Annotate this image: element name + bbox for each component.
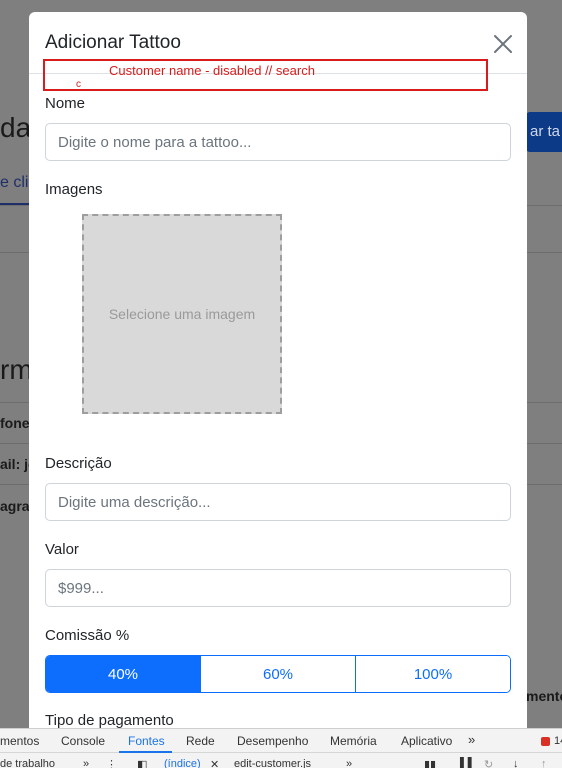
commission-button-group: 40% 60% 100%	[45, 655, 511, 693]
step-over-icon[interactable]: ↻	[484, 758, 493, 768]
close-button[interactable]	[491, 32, 515, 56]
devtools-panel: mentos Console Fontes Rede Desempenho Me…	[0, 728, 562, 768]
pause-icon[interactable]: ▮▮	[424, 758, 436, 768]
chevron-right-icon[interactable]: »	[83, 758, 89, 768]
description-label: Descrição	[45, 455, 112, 472]
commission-option-40[interactable]: 40%	[46, 656, 201, 692]
workspace-tab[interactable]: de trabalho	[0, 758, 55, 768]
close-icon	[494, 35, 512, 53]
name-label: Nome	[45, 95, 86, 112]
devtools-tab-sources[interactable]: Fontes	[128, 734, 165, 748]
image-upload-placeholder: Selecione uma imagem	[108, 306, 256, 322]
devtools-tab-memory[interactable]: Memória	[330, 734, 377, 748]
close-tab-icon[interactable]: ✕	[210, 758, 219, 768]
modal-title: Adicionar Tattoo	[45, 32, 181, 53]
devtools-tab-performance[interactable]: Desempenho	[237, 734, 308, 748]
error-icon	[541, 737, 550, 746]
commission-option-60[interactable]: 60%	[201, 656, 356, 692]
images-label: Imagens	[45, 181, 103, 198]
devtools-tab-elements[interactable]: mentos	[0, 734, 39, 748]
bg-tab: e cli	[0, 174, 29, 191]
value-input[interactable]	[45, 569, 511, 607]
value-label: Valor	[45, 541, 79, 558]
devtools-tab-console[interactable]: Console	[61, 734, 105, 748]
name-input[interactable]	[45, 123, 511, 161]
step-into-icon[interactable]: ↓	[513, 758, 519, 768]
description-input[interactable]	[45, 483, 511, 521]
bg-page-title: da	[0, 112, 32, 143]
step-out-icon[interactable]: ↑	[541, 758, 547, 768]
devtools-tab-network[interactable]: Rede	[186, 734, 215, 748]
resume-icon[interactable]: ▐▐	[456, 758, 472, 768]
more-options-icon[interactable]: ⋮	[106, 758, 117, 768]
devtools-sources-toolbar: de trabalho » ⋮ ◧ (índice) ✕ edit-custom…	[0, 755, 562, 768]
devtools-active-tab-indicator	[119, 751, 172, 753]
commission-label: Comissão %	[45, 627, 130, 644]
sidebar-toggle-icon[interactable]: ◧	[137, 758, 147, 768]
payment-type-label: Tipo de pagamento	[45, 712, 174, 729]
bg-form-title: rm	[0, 354, 33, 385]
commission-option-100[interactable]: 100%	[356, 656, 510, 692]
annotation-mark: c	[76, 79, 81, 90]
devtools-tab-application[interactable]: Aplicativo	[401, 734, 452, 748]
error-count[interactable]: 14	[554, 735, 562, 747]
devtools-more-tabs-icon[interactable]: »	[468, 732, 475, 747]
chevron-right-icon[interactable]: »	[346, 758, 352, 768]
bg-add-tattoo-button: ar ta	[526, 112, 562, 152]
file-tab-edit-customer[interactable]: edit-customer.js	[234, 758, 311, 768]
add-tattoo-modal: Adicionar Tattoo Customer name - disable…	[29, 12, 527, 732]
devtools-tabbar: mentos Console Fontes Rede Desempenho Me…	[0, 729, 562, 753]
file-tab-index[interactable]: (índice)	[164, 758, 201, 768]
annotation-text: Customer name - disabled // search	[109, 63, 315, 78]
bg-row-phone: fone	[0, 415, 30, 431]
annotation-box: Customer name - disabled // search c	[43, 59, 488, 91]
bg-bottom-right-label: mento	[526, 688, 562, 704]
image-upload-area[interactable]: Selecione uma imagem	[82, 214, 282, 414]
bg-row-instagram: agra	[0, 498, 30, 514]
